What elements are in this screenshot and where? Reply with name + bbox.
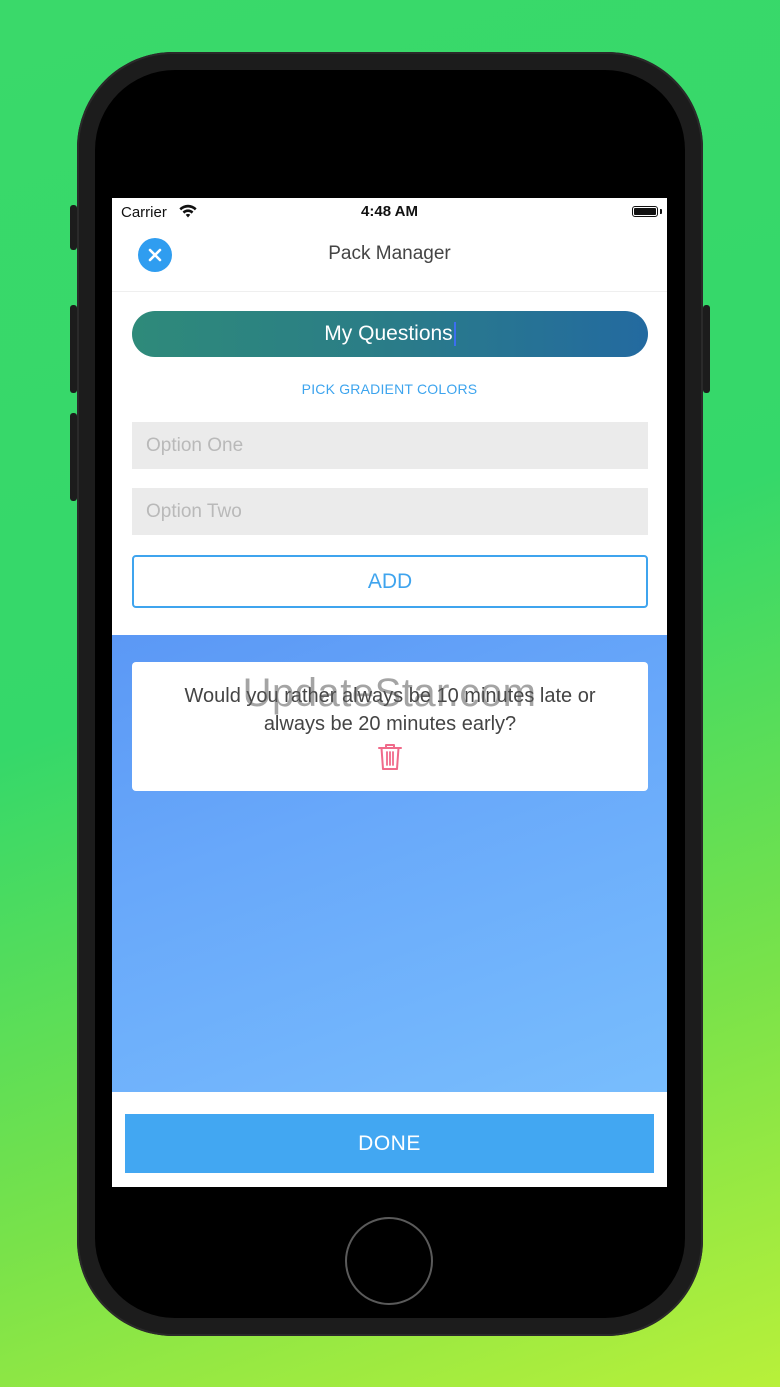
option-two-input[interactable] <box>132 488 648 535</box>
trash-icon[interactable] <box>377 742 403 772</box>
question-card: Would you rather always be 10 minutes la… <box>132 662 648 791</box>
pick-gradient-colors-link[interactable]: PICK GRADIENT COLORS <box>112 381 667 397</box>
app-screen: Carrier 4:48 AM Pack Manager My Question… <box>112 198 667 1187</box>
volume-down-button <box>70 413 77 501</box>
questions-list: Would you rather always be 10 minutes la… <box>112 635 667 1092</box>
add-button[interactable]: ADD <box>132 555 648 608</box>
text-cursor <box>453 322 456 346</box>
battery-tip <box>660 209 662 214</box>
pack-name-text: My Questions <box>324 322 453 345</box>
done-button[interactable]: DONE <box>125 1114 654 1173</box>
option-one-input[interactable] <box>132 422 648 469</box>
pack-name-field[interactable]: My Questions <box>132 311 648 357</box>
status-bar: Carrier 4:48 AM <box>112 198 667 226</box>
volume-up-button <box>70 305 77 393</box>
home-button <box>345 1217 433 1305</box>
page-title: Pack Manager <box>328 243 451 264</box>
mute-switch <box>70 205 77 250</box>
battery-level <box>634 208 656 215</box>
question-text: Would you rather always be 10 minutes la… <box>184 685 596 735</box>
power-button <box>703 305 710 393</box>
nav-bar: Pack Manager <box>112 226 667 292</box>
status-time: 4:48 AM <box>361 203 418 220</box>
battery-icon <box>632 206 658 217</box>
